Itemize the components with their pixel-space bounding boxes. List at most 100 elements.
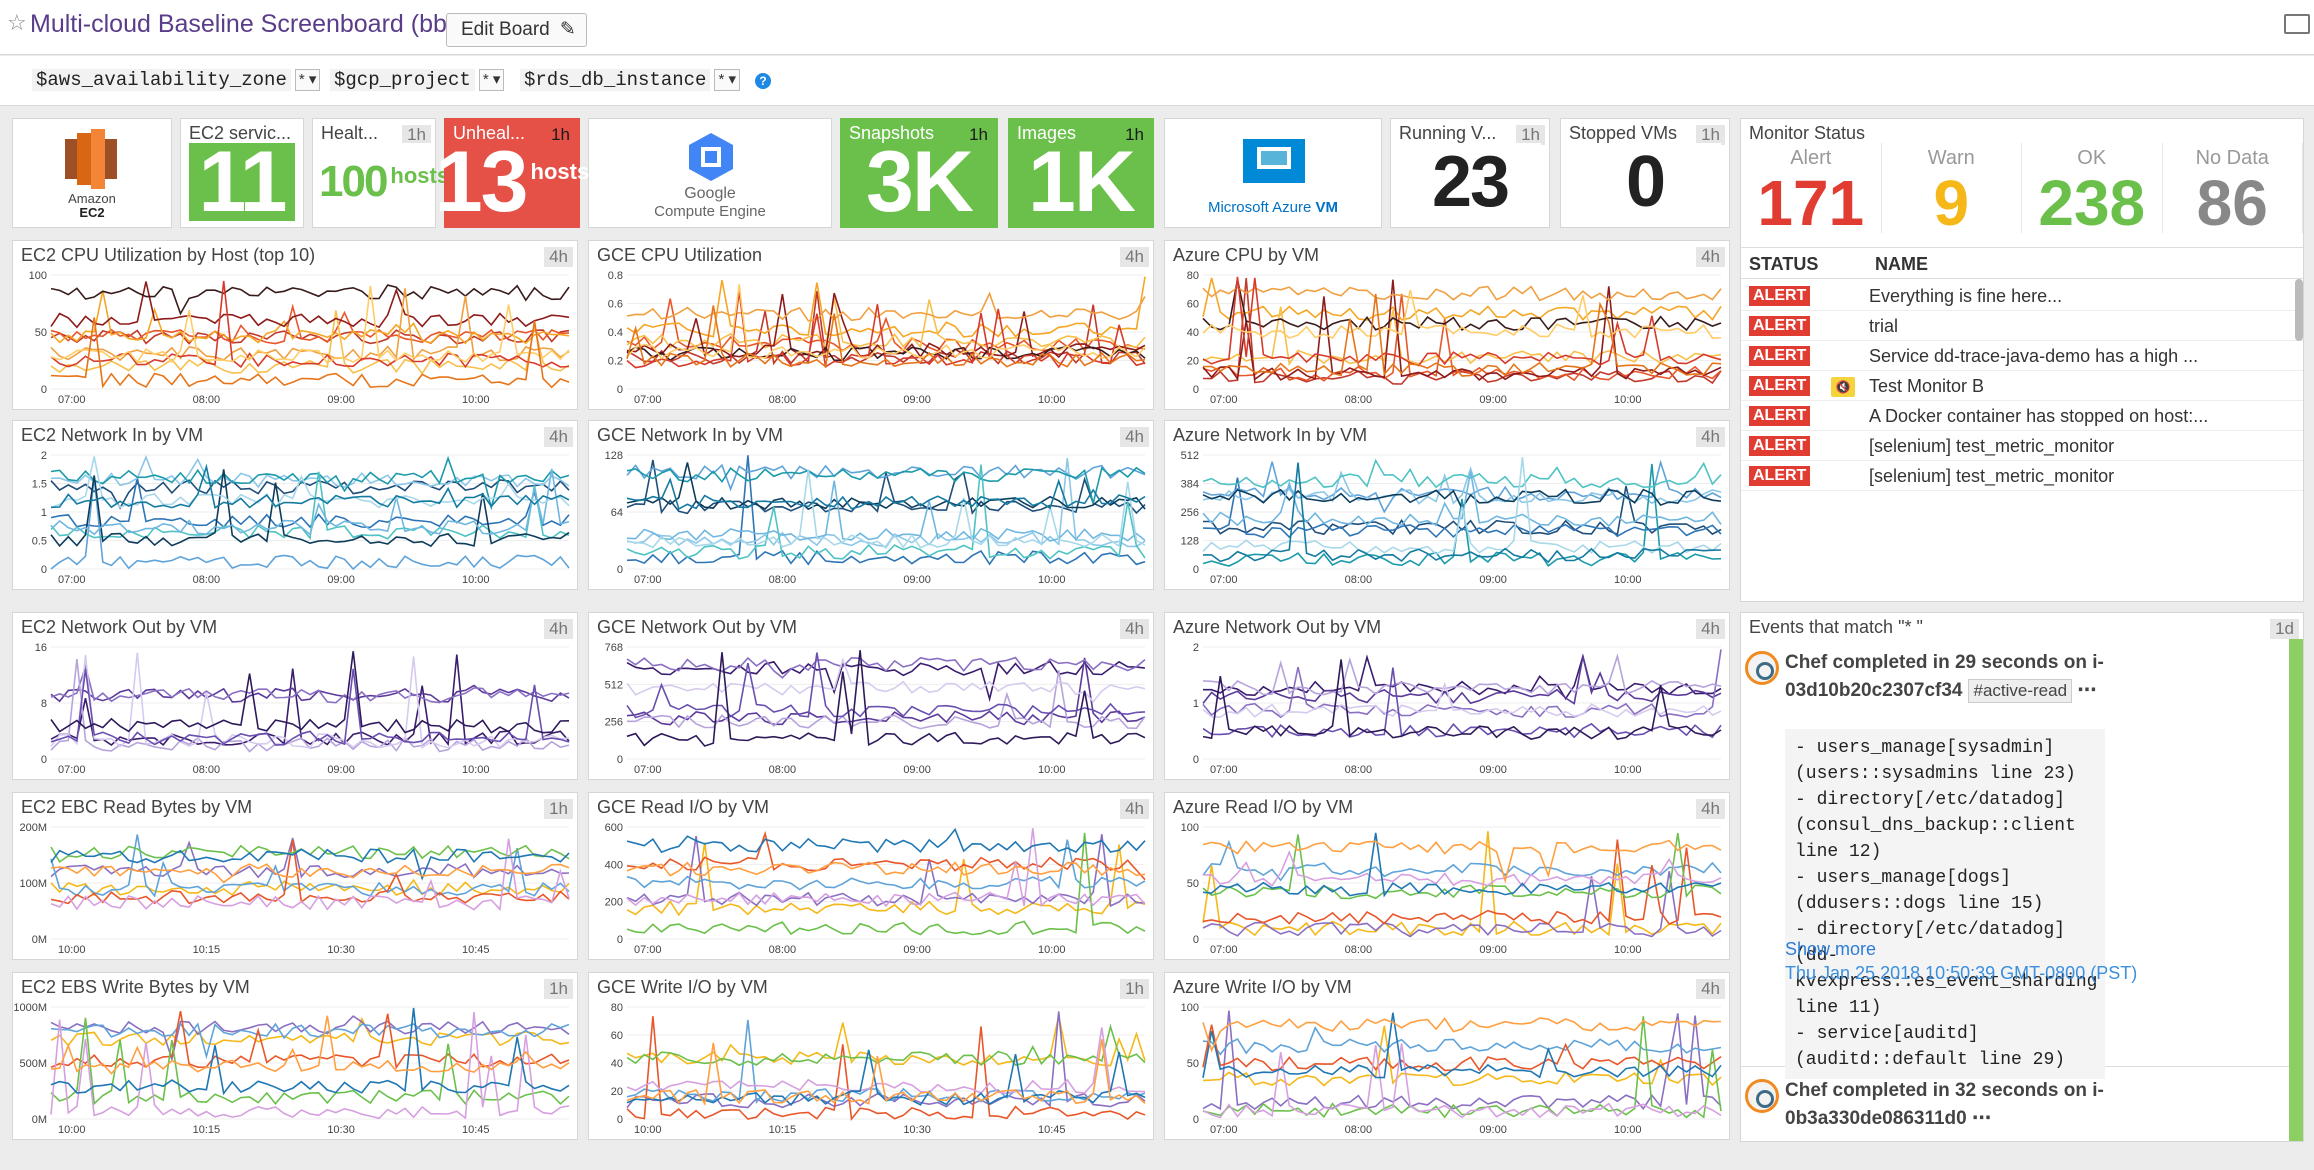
timeseries-widget-g13[interactable]: EC2 EBS Write Bytes by VM 1h 1000M 500M 0M 10… <box>12 972 578 1140</box>
timeseries-plot: 0.8 0.6 0.4 0.2 0 07:00 08:00 09:00 10:00 <box>608 270 1146 406</box>
monitor-name[interactable]: [selenium] test_metric_monitor <box>1869 436 2114 457</box>
monitor-name[interactable]: A Docker container has stopped on host:.… <box>1869 406 2208 427</box>
y-tick-label: 0 <box>1193 564 1199 576</box>
series-line <box>50 663 570 704</box>
monitor-name[interactable]: Everything is fine here... <box>1869 286 2062 307</box>
alert-status-badge: ALERT <box>1749 466 1811 486</box>
timeseries-widget-g15[interactable]: Azure Write I/O by VM 4h 100 50 0 07:00 08:00 0… <box>1164 972 1730 1140</box>
timeseries-widget-g9[interactable]: Azure Network Out by VM 4h 2 1 0 07:00 08:00 09… <box>1164 612 1730 780</box>
x-tick-label: 09:00 <box>1479 574 1507 586</box>
favorite-star-icon[interactable]: ☆ <box>7 10 27 36</box>
x-tick-label: 10:00 <box>462 764 490 776</box>
x-tick-label: 10:00 <box>1614 574 1642 586</box>
event-item[interactable]: Chef completed in 32 seconds on i-0b3a33… <box>1741 1075 2289 1141</box>
edit-board-button[interactable]: Edit Board ✎ <box>446 13 587 47</box>
timeseries-widget-g6[interactable]: Azure Network In by VM 4h 512 384 256 128 0 07:… <box>1164 420 1730 590</box>
x-tick-label: 07:00 <box>1210 574 1238 586</box>
ellipsis-icon[interactable]: ⋯ <box>2077 680 2096 701</box>
show-more-link[interactable]: Show more <box>1785 939 1876 960</box>
x-tick-label: 10:30 <box>903 1124 931 1136</box>
timeseries-widget-g5[interactable]: GCE Network In by VM 4h 128 64 0 07:00 08:00 09… <box>588 420 1154 590</box>
qv-unhealthy-hosts: Unheal... 1h 13 hosts <box>435 118 589 230</box>
monitor-count-warn[interactable]: Warn 9 <box>1882 143 2022 236</box>
timeseries-widget-g11[interactable]: GCE Read I/O by VM 4h 600 400 200 0 07:00 08:00… <box>588 792 1154 960</box>
gce-logo-subtext: Compute Engine <box>654 203 766 220</box>
x-tick-label: 07:00 <box>1210 1124 1238 1136</box>
qv-images: Images 1h 1K <box>1008 118 1154 230</box>
scrollbar[interactable] <box>2295 279 2303 341</box>
monitor-row[interactable]: ALERT 🔇 Test Monitor B <box>1741 371 2303 401</box>
query-value: 11 <box>189 134 295 230</box>
timeseries-widget-g7[interactable]: EC2 Network Out by VM 4h 16 8 0 07:00 08:00 09:… <box>12 612 578 780</box>
event-scrollbar[interactable] <box>2289 639 2303 1141</box>
series-line <box>50 290 570 345</box>
template-var-select[interactable]: * ▾ <box>714 69 740 91</box>
template-var-name: $aws_availability_zone <box>32 69 291 91</box>
x-tick-label: 10:45 <box>1038 1124 1066 1136</box>
azure-vm-logo: Microsoft Azure VM <box>1164 118 1382 228</box>
timeseries-plot: 600 400 200 0 07:00 08:00 09:00 10:00 <box>605 822 1146 956</box>
tv-mode-icon[interactable] <box>2284 14 2310 34</box>
time-badge: 1h <box>551 125 570 144</box>
timeseries-widget-g4[interactable]: EC2 Network In by VM 4h 2 1.5 1 0.5 0 07:00 08:0… <box>12 420 578 590</box>
y-tick-label: 1.5 <box>32 479 47 491</box>
timeseries-widget-g10[interactable]: EC2 EBC Read Bytes by VM 1h 200M 100M 0M 10:0… <box>12 792 578 960</box>
x-tick-label: 07:00 <box>634 944 662 956</box>
series-line <box>626 1027 1146 1095</box>
query-value: 0 <box>1569 142 1721 222</box>
x-tick-label: 08:00 <box>193 394 221 406</box>
y-tick-label: 60 <box>1187 299 1199 311</box>
monitor-row[interactable]: ALERT Service dd-trace-java-demo has a hi… <box>1741 341 2303 371</box>
y-tick-label: 768 <box>605 642 623 654</box>
board-title: Multi-cloud Baseline Screenboard (bb) <box>30 10 456 38</box>
y-tick-label: 0.5 <box>32 536 47 548</box>
timeseries-widget-g8[interactable]: GCE Network Out by VM 4h 768 512 256 0 07:00 08… <box>588 612 1154 780</box>
y-tick-label: 600 <box>605 822 623 834</box>
timeseries-widget-g3[interactable]: Azure CPU by VM 4h 80 60 40 20 0 07:00 08:00 09:0… <box>1164 240 1730 410</box>
monitor-name[interactable]: [selenium] test_metric_monitor <box>1869 466 2114 487</box>
ellipsis-icon[interactable]: ⋯ <box>1972 1108 1991 1129</box>
help-icon[interactable]: ? <box>755 73 771 89</box>
monitor-name[interactable]: Service dd-trace-java-demo has a high ..… <box>1869 346 2198 367</box>
y-tick-label: 100 <box>1181 1002 1199 1014</box>
monitor-name[interactable]: Test Monitor B <box>1869 376 1984 397</box>
series-line <box>626 1023 1146 1067</box>
series-line <box>627 670 1146 730</box>
qv-healthy-hosts: Healt... 1h 100 hosts <box>312 118 449 228</box>
event-item[interactable]: Chef completed in 29 seconds on i-03d10b… <box>1741 647 2289 1079</box>
monitor-count-alert[interactable]: Alert 171 <box>1741 143 1882 236</box>
chef-avatar-icon <box>1745 651 1779 685</box>
x-tick-label: 09:00 <box>1479 394 1507 406</box>
y-tick-label: 0 <box>617 934 623 946</box>
event-tag[interactable]: #active-read <box>1968 679 2073 703</box>
x-tick-label: 09:00 <box>1479 1124 1507 1136</box>
y-tick-label: 8 <box>41 698 47 710</box>
timeseries-widget-g12[interactable]: Azure Read I/O by VM 4h 100 50 0 07:00 08:00 09… <box>1164 792 1730 960</box>
x-tick-label: 07:00 <box>1210 944 1238 956</box>
x-tick-label: 07:00 <box>634 394 662 406</box>
query-value: 1K <box>1009 134 1153 230</box>
monitor-row[interactable]: ALERT trial <box>1741 311 2303 341</box>
template-var-select[interactable]: * ▾ <box>294 69 321 91</box>
aws-ec2-logo: Amazon EC2 <box>12 118 172 228</box>
timeseries-plot: 768 512 256 0 07:00 08:00 09:00 10:00 <box>605 642 1146 776</box>
monitor-row[interactable]: ALERT Everything is fine here... <box>1741 281 2303 311</box>
monitor-row[interactable]: ALERT A Docker container has stopped on h… <box>1741 401 2303 431</box>
x-tick-label: 10:00 <box>1038 574 1066 586</box>
timeseries-widget-g14[interactable]: GCE Write I/O by VM 1h 80 60 40 20 0 10:00 10:15… <box>588 972 1154 1140</box>
template-var-select[interactable]: * ▾ <box>478 69 505 91</box>
monitor-count-nodata[interactable]: No Data 86 <box>2163 143 2303 236</box>
monitor-table-header: STATUS NAME <box>1741 247 2303 279</box>
monitor-row[interactable]: ALERT [selenium] test_metric_monitor <box>1741 431 2303 461</box>
timeseries-widget-g1[interactable]: EC2 CPU Utilization by Host (top 10) 4h 10… <box>12 240 578 410</box>
monitor-count-ok[interactable]: OK 238 <box>2022 143 2163 236</box>
timeseries-plot: 1000M 500M 0M 10:00 10:15 10:30 10:45 <box>13 1002 570 1136</box>
series-line <box>626 462 1146 511</box>
timeseries-widget-g2[interactable]: GCE CPU Utilization 4h 0.8 0.6 0.4 0.2 0 07:00 0… <box>588 240 1154 410</box>
monitor-row[interactable]: ALERT [selenium] test_metric_monitor <box>1741 461 2303 491</box>
monitor-name[interactable]: trial <box>1869 316 1898 337</box>
event-title[interactable]: Chef completed in 32 seconds on i-0b3a33… <box>1785 1080 2104 1129</box>
time-badge: 1h <box>402 125 431 145</box>
y-tick-label: 256 <box>1181 507 1199 519</box>
series-line <box>1202 293 1722 377</box>
